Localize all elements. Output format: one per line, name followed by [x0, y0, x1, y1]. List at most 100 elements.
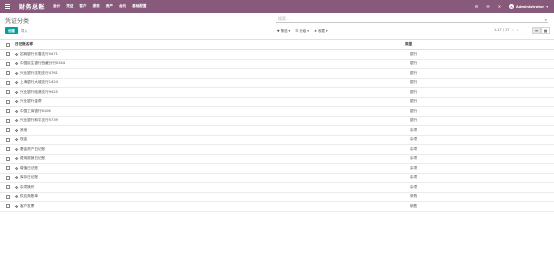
row-checkbox[interactable]: [5, 99, 10, 104]
table-row[interactable]: ✥ 兴业银行沈阳支行4761 银行: [0, 69, 554, 79]
row-checkbox[interactable]: [5, 175, 10, 180]
table-row[interactable]: ✥ 兴业银行金帮 银行: [0, 98, 554, 107]
journal-type: 银行: [410, 89, 418, 94]
search-input[interactable]: 搜索... ⌕: [276, 16, 548, 23]
import-button[interactable]: 导入: [21, 27, 28, 34]
journal-type: 银行: [410, 118, 418, 123]
journal-type: 杂项: [410, 156, 418, 161]
menu-item-contracts[interactable]: 合约: [119, 4, 126, 9]
chat-icon[interactable]: ✉: [486, 4, 489, 9]
row-checkbox[interactable]: [5, 185, 10, 190]
journal-name: 基金资产日记账: [20, 146, 46, 151]
row-checkbox[interactable]: [5, 194, 10, 199]
table-row[interactable]: ✥ 杂项操作 杂项: [0, 183, 554, 193]
table-row[interactable]: ✥ 现金 杂项: [0, 136, 554, 145]
journal-type: 采购: [410, 194, 418, 199]
table-row[interactable]: ✥ 库存日记账 杂项: [0, 174, 554, 183]
avatar: A: [509, 4, 515, 9]
table-row[interactable]: ✥ 中国工商银行6106 银行: [0, 107, 554, 117]
user-menu[interactable]: A Administrator ▾: [509, 4, 548, 9]
journal-name: 招商银行长春支行0471: [20, 51, 58, 56]
list-view-icon[interactable]: ≡: [532, 27, 541, 34]
journal-name: 中国工商银行6106: [20, 108, 51, 113]
column-header-name[interactable]: 日记账名称: [15, 42, 405, 47]
row-checkbox[interactable]: [5, 118, 10, 123]
top-navbar: 财务总账 会计 凭证 客户 报表 资产 合约 基础配置 ⚙ ✉ ✕ A Admi…: [0, 0, 554, 13]
journal-type: 银行: [410, 80, 418, 85]
row-checkbox[interactable]: [5, 137, 10, 142]
table-row[interactable]: ✥ 中国民生银行西藏分行0344 银行: [0, 60, 554, 69]
row-checkbox[interactable]: [5, 147, 10, 152]
row-checkbox[interactable]: [5, 71, 10, 76]
row-checkbox[interactable]: [5, 128, 10, 133]
kanban-view-icon[interactable]: ▦: [541, 27, 550, 34]
row-checkbox[interactable]: [5, 80, 10, 85]
journal-name: 兴业银行和平支行5739: [20, 118, 58, 123]
column-header-type[interactable]: 类型: [405, 42, 545, 47]
apps-menu-icon[interactable]: [0, 0, 14, 13]
search-options: ▼ 筛选 ▾ ☰ 分组 ▾ ★ 收藏 ▾: [277, 28, 328, 33]
table-row[interactable]: ✥ 招商银行长春支行0471 银行: [0, 50, 554, 60]
row-checkbox[interactable]: [5, 90, 10, 95]
journal-type: 杂项: [410, 165, 418, 170]
table-row[interactable]: ✥ 兴业银行临港支行9425 银行: [0, 88, 554, 98]
journal-name: 中国民生银行西藏分行0344: [20, 61, 66, 66]
row-checkbox[interactable]: [5, 204, 10, 209]
favorites-dropdown[interactable]: ★ 收藏 ▾: [314, 28, 328, 33]
journal-name: 增值日记账: [20, 165, 38, 170]
journal-type: 银行: [410, 61, 418, 66]
create-button[interactable]: 创建: [5, 27, 18, 34]
view-switcher: ≡ ▦: [532, 27, 550, 34]
chevron-down-icon: ▾: [546, 4, 548, 9]
search-icon[interactable]: ⌕: [545, 17, 547, 22]
journal-type: 杂项: [410, 137, 418, 142]
pager-previous-button[interactable]: ‹: [512, 28, 513, 32]
table-row[interactable]: ✥ 其他 杂项: [0, 126, 554, 136]
journal-type: 银行: [410, 70, 418, 75]
menu-item-configuration[interactable]: 基础配置: [132, 4, 146, 9]
journal-type: 银行: [410, 51, 418, 56]
menu-item-vouchers[interactable]: 凭证: [66, 4, 73, 9]
table-row[interactable]: ✥ 兴业银行和平支行5739 银行: [0, 117, 554, 126]
table-row[interactable]: ✥ 增值日记账 杂项: [0, 164, 554, 174]
pager-next-button[interactable]: ›: [517, 28, 518, 32]
table-row[interactable]: ✥ 费用报销日记账 杂项: [0, 155, 554, 164]
table-body: ✥ 招商银行长春支行0471 银行 ✥ 中国民生银行西藏分行0344 银行 ✥ 兴业银行沈阳支…: [0, 50, 554, 212]
table-row[interactable]: ✥ 客户发票 销售: [0, 202, 554, 212]
row-checkbox[interactable]: [5, 109, 10, 114]
bug-icon[interactable]: ⚙: [475, 4, 479, 9]
journal-name: 兴业银行临港支行9425: [20, 89, 58, 94]
journal-type: 销售: [410, 203, 418, 208]
journal-type: 银行: [410, 108, 418, 113]
journal-name: 库存日记账: [20, 175, 38, 180]
select-all-checkbox[interactable]: [5, 42, 10, 47]
menu-item-accounting[interactable]: 会计: [53, 4, 60, 9]
user-name: Administrator: [516, 4, 545, 9]
journal-name: 兴业银行沈阳支行4761: [20, 70, 58, 75]
pager-value[interactable]: 1-17 / 17: [494, 28, 509, 32]
pager: 1-17 / 17 ‹ ›: [494, 28, 518, 32]
menu-item-assets[interactable]: 资产: [106, 4, 113, 9]
menu-item-customers[interactable]: 客户: [79, 4, 86, 9]
table-header: 日记账名称 类型: [0, 39, 554, 50]
close-icon[interactable]: ✕: [498, 4, 501, 9]
journal-name: 兴业银行金帮: [20, 99, 42, 104]
row-checkbox[interactable]: [5, 52, 10, 57]
row-checkbox[interactable]: [5, 166, 10, 171]
app-brand[interactable]: 财务总账: [19, 2, 45, 11]
table-row[interactable]: ✥ 上海银行大城支行1424 银行: [0, 79, 554, 88]
group-by-dropdown[interactable]: ☰ 分组 ▾: [295, 28, 309, 33]
table-row[interactable]: ✥ 供应商账单 采购: [0, 193, 554, 202]
menu-item-reports[interactable]: 报表: [93, 4, 100, 9]
journal-name: 供应商账单: [20, 194, 38, 199]
table-row[interactable]: ✥ 基金资产日记账 杂项: [0, 145, 554, 155]
main-menu: 会计 凭证 客户 报表 资产 合约 基础配置: [53, 4, 147, 9]
row-checkbox[interactable]: [5, 61, 10, 66]
filter-dropdown[interactable]: ▼ 筛选 ▾: [277, 28, 290, 33]
journal-type: 杂项: [410, 184, 418, 189]
journal-name: 上海银行大城支行1424: [20, 80, 58, 85]
journal-type: 杂项: [410, 127, 418, 132]
journal-name: 客户发票: [20, 203, 35, 208]
row-checkbox[interactable]: [5, 156, 10, 161]
list-table: 日记账名称 类型 ✥ 招商银行长春支行0471 银行 ✥ 中国民生银行西藏分行0344 银…: [0, 39, 554, 212]
